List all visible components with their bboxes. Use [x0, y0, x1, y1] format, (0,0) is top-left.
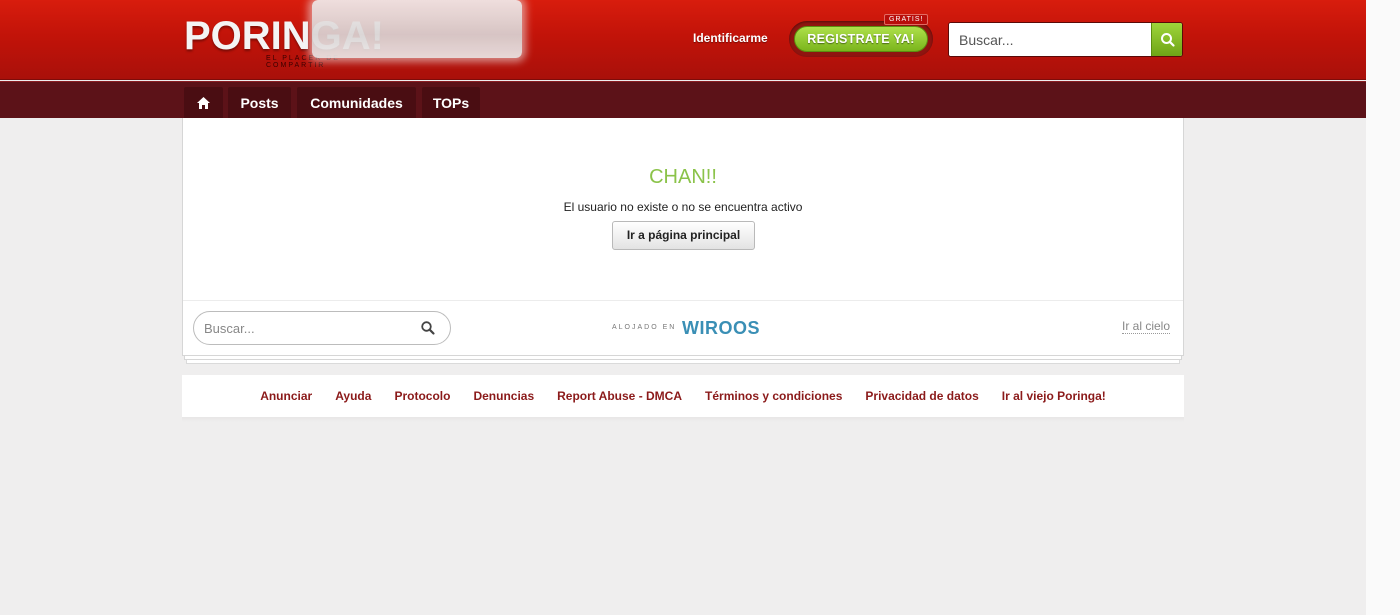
- hosting-label: ALOJADO EN: [612, 324, 677, 331]
- window-gutter: [1366, 0, 1400, 615]
- register-button[interactable]: REGISTRATE YA!: [794, 26, 928, 52]
- redacted-blur: [312, 0, 522, 58]
- card-divider: [183, 300, 1183, 301]
- header-search-input[interactable]: [949, 23, 1152, 56]
- home-page-button[interactable]: Ir a página principal: [612, 221, 755, 250]
- site-footer: Anunciar Ayuda Protocolo Denuncias Repor…: [182, 375, 1184, 417]
- content-card: CHAN!! El usuario no existe o no se encu…: [182, 118, 1184, 356]
- footer-link-ayuda[interactable]: Ayuda: [335, 389, 371, 403]
- footer-link-protocolo[interactable]: Protocolo: [394, 389, 450, 403]
- footer-link-denuncias[interactable]: Denuncias: [473, 389, 534, 403]
- header-search: [948, 22, 1183, 57]
- top-header: PORINGA! el placer de compartir Identifi…: [0, 0, 1366, 80]
- login-link[interactable]: Identificarme: [693, 31, 768, 45]
- nav-tops[interactable]: TOPs: [422, 87, 480, 119]
- site-logo[interactable]: PORINGA! el placer de compartir: [184, 0, 522, 69]
- scroll-to-top-link[interactable]: Ir al cielo: [1122, 319, 1171, 334]
- footer-shadow: [182, 417, 1184, 422]
- main-nav: Posts Comunidades TOPs: [0, 81, 1366, 119]
- error-title: CHAN!!: [649, 166, 717, 188]
- home-icon: [197, 97, 210, 109]
- header-search-button[interactable]: [1151, 23, 1182, 56]
- nav-comunidades[interactable]: Comunidades: [297, 87, 416, 119]
- footer-search-input[interactable]: [204, 314, 419, 342]
- footer-search: [193, 311, 451, 345]
- wiroos-logo: WIROOS: [682, 318, 760, 338]
- free-badge: GRATIS!: [884, 14, 929, 25]
- footer-link-viejo-poringa[interactable]: Ir al viejo Poringa!: [1002, 389, 1106, 403]
- footer-link-terminos[interactable]: Términos y condiciones: [705, 389, 842, 403]
- footer-link-report-abuse[interactable]: Report Abuse - DMCA: [557, 389, 682, 403]
- card-stack-shadow: [186, 360, 1180, 364]
- register-button-frame: REGISTRATE YA!: [789, 21, 933, 57]
- nav-home[interactable]: [184, 87, 223, 119]
- error-message: El usuario no existe o no se encuentra a…: [563, 200, 803, 214]
- footer-links: Anunciar Ayuda Protocolo Denuncias Repor…: [182, 375, 1184, 417]
- search-icon[interactable]: [420, 320, 436, 336]
- footer-link-anunciar[interactable]: Anunciar: [260, 389, 312, 403]
- search-icon: [1161, 33, 1175, 47]
- nav-posts[interactable]: Posts: [228, 87, 291, 119]
- footer-link-privacidad[interactable]: Privacidad de datos: [865, 389, 978, 403]
